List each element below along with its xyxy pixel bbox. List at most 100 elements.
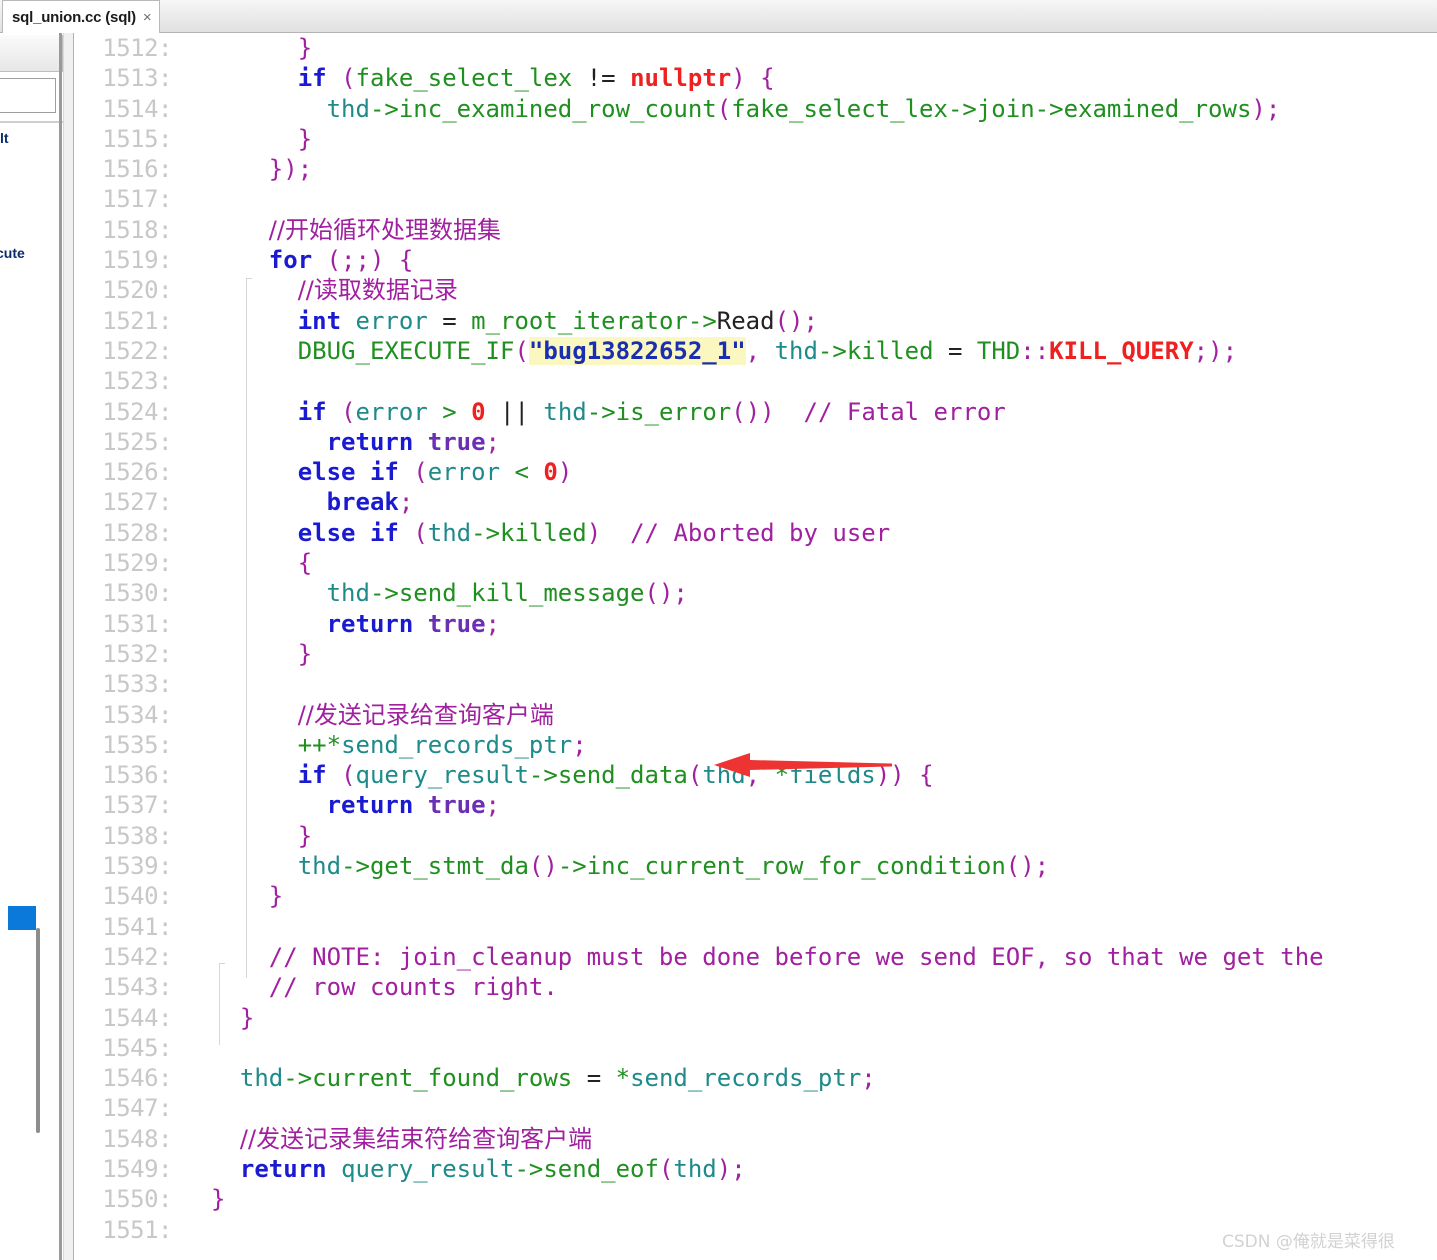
code-line[interactable]: 1517: — [74, 184, 1437, 214]
code-line[interactable]: 1523: — [74, 366, 1437, 396]
fold-guide-cap-for — [246, 278, 252, 279]
code-line[interactable]: 1535: ++*send_records_ptr; — [74, 730, 1437, 760]
code-token: thd — [543, 397, 587, 426]
line-number: 1535: — [102, 730, 172, 759]
code-token: ) — [716, 1154, 732, 1183]
close-icon[interactable]: × — [143, 10, 152, 25]
code-line[interactable]: 1548: //发送记录集结束符给查询客户端 — [74, 1124, 1437, 1154]
code-token: //发送记录给查询客户端 — [297, 700, 554, 729]
code-token: } — [297, 821, 313, 850]
line-number: 1533: — [102, 670, 172, 699]
fold-guide-cap-outer — [219, 963, 225, 964]
line-number: 1551: — [102, 1215, 172, 1244]
code-token: } — [297, 124, 313, 153]
code-token: break — [326, 488, 399, 517]
code-line[interactable]: 1532: } — [74, 639, 1437, 669]
code-line[interactable]: 1530: thd->send_kill_message(); — [74, 578, 1437, 608]
code-line[interactable]: 1521: int error = m_root_iterator->Read(… — [74, 306, 1437, 336]
code-token: } — [211, 1185, 226, 1214]
code-line[interactable]: 1518: //开始循环处理数据集 — [74, 215, 1437, 245]
code-line[interactable]: 1537: return true; — [74, 790, 1437, 820]
code-line[interactable]: 1541: — [74, 912, 1437, 942]
code-token: //开始循环处理数据集 — [268, 215, 501, 244]
code-token: -> — [341, 852, 370, 881]
tab-sql-union-cc[interactable]: sql_union.cc (sql) × — [2, 0, 160, 33]
line-number: 1517: — [102, 185, 172, 214]
line-number: 1541: — [102, 912, 172, 941]
code-line-text: { — [211, 548, 1437, 578]
code-token: is_error — [615, 397, 732, 426]
line-number: 1519: — [102, 246, 172, 275]
line-number: 1527: — [102, 488, 172, 517]
code-line[interactable]: 1526: else if (error < 0) — [74, 457, 1437, 487]
code-line[interactable]: 1524: if (error > 0 || thd->is_error()) … — [74, 397, 1437, 427]
line-number: 1550: — [102, 1185, 172, 1214]
code-line[interactable]: 1525: return true; — [74, 427, 1437, 457]
code-line[interactable]: 1543: // row counts right. — [74, 972, 1437, 1002]
code-line[interactable]: 1540: } — [74, 881, 1437, 911]
line-number: 1548: — [102, 1124, 172, 1153]
code-line[interactable]: 1515: } — [74, 124, 1437, 154]
code-line-text: if (query_result->send_data(thd, *fields… — [211, 760, 1437, 790]
panel-input-box[interactable] — [0, 78, 56, 113]
code-token: > — [442, 397, 457, 426]
line-number: 1537: — [102, 791, 172, 820]
code-line[interactable]: 1516: }); — [74, 154, 1437, 184]
code-token: return — [326, 427, 414, 456]
line-number: 1524: — [102, 397, 172, 426]
code-token: ; — [485, 427, 500, 456]
code-line[interactable]: 1536: if (query_result->send_data(thd, *… — [74, 760, 1437, 790]
code-line-text: DBUG_EXECUTE_IF("bug13822652_1", thd->ki… — [211, 336, 1437, 366]
selection-marker[interactable] — [8, 906, 36, 930]
code-line[interactable]: 1527: break; — [74, 487, 1437, 517]
code-line[interactable]: 1513: if (fake_select_lex != nullptr) { — [74, 63, 1437, 93]
code-line[interactable]: 1550:} — [74, 1184, 1437, 1214]
code-line[interactable]: 1544: } — [74, 1003, 1437, 1033]
code-line[interactable]: 1514: thd->inc_examined_row_count(fake_s… — [74, 94, 1437, 124]
code-line[interactable]: 1542: // NOTE: join_cleanup must be done… — [74, 942, 1437, 972]
line-number: 1516: — [102, 155, 172, 184]
code-token: 0 — [471, 397, 486, 426]
code-token: :: — [1020, 336, 1050, 365]
code-token: else — [297, 458, 356, 487]
source-code-view[interactable]: 1512: } 1513: if (fake_select_lex != null… — [74, 33, 1437, 1260]
code-line[interactable]: 1528: else if (thd->killed) // Aborted b… — [74, 518, 1437, 548]
code-token: ( — [514, 336, 529, 365]
code-line[interactable]: 1545: — [74, 1033, 1437, 1063]
code-line[interactable]: 1531: return true; — [74, 609, 1437, 639]
code-line[interactable]: 1533: — [74, 669, 1437, 699]
code-line[interactable]: 1534: //发送记录给查询客户端 — [74, 700, 1437, 730]
code-token: // row counts right. — [268, 973, 558, 1002]
line-number: 1526: — [102, 458, 172, 487]
code-line[interactable]: 1538: } — [74, 821, 1437, 851]
code-line[interactable]: 1539: thd->get_stmt_da()->inc_current_ro… — [74, 851, 1437, 881]
code-line-text: if (fake_select_lex != nullptr) { — [211, 63, 1437, 93]
code-token: Read — [716, 306, 775, 335]
code-line[interactable]: 1547: — [74, 1093, 1437, 1123]
panel-scrollbar-thumb[interactable] — [36, 928, 40, 1133]
code-line[interactable]: 1546: thd->current_found_rows = *send_re… — [74, 1063, 1437, 1093]
line-number: 1532: — [102, 639, 172, 668]
code-token: send_kill_message — [398, 579, 645, 608]
code-token: send_eof — [543, 1154, 659, 1183]
code-token: ; — [485, 791, 500, 820]
code-line[interactable]: 1512: } — [74, 33, 1437, 63]
code-line[interactable]: 1520: //读取数据记录 — [74, 275, 1437, 305]
code-line[interactable]: 1529: { — [74, 548, 1437, 578]
code-line[interactable]: 1519: for (;;) { — [74, 245, 1437, 275]
code-token: if — [297, 761, 327, 790]
code-token: ; — [398, 488, 414, 517]
code-line-list: 1512: } 1513: if (fake_select_lex != null… — [74, 33, 1437, 1245]
code-line[interactable]: 1522: DBUG_EXECUTE_IF("bug13822652_1", t… — [74, 336, 1437, 366]
code-line[interactable]: 1549: return query_result->send_eof(thd)… — [74, 1154, 1437, 1184]
code-token: } — [239, 1003, 255, 1032]
